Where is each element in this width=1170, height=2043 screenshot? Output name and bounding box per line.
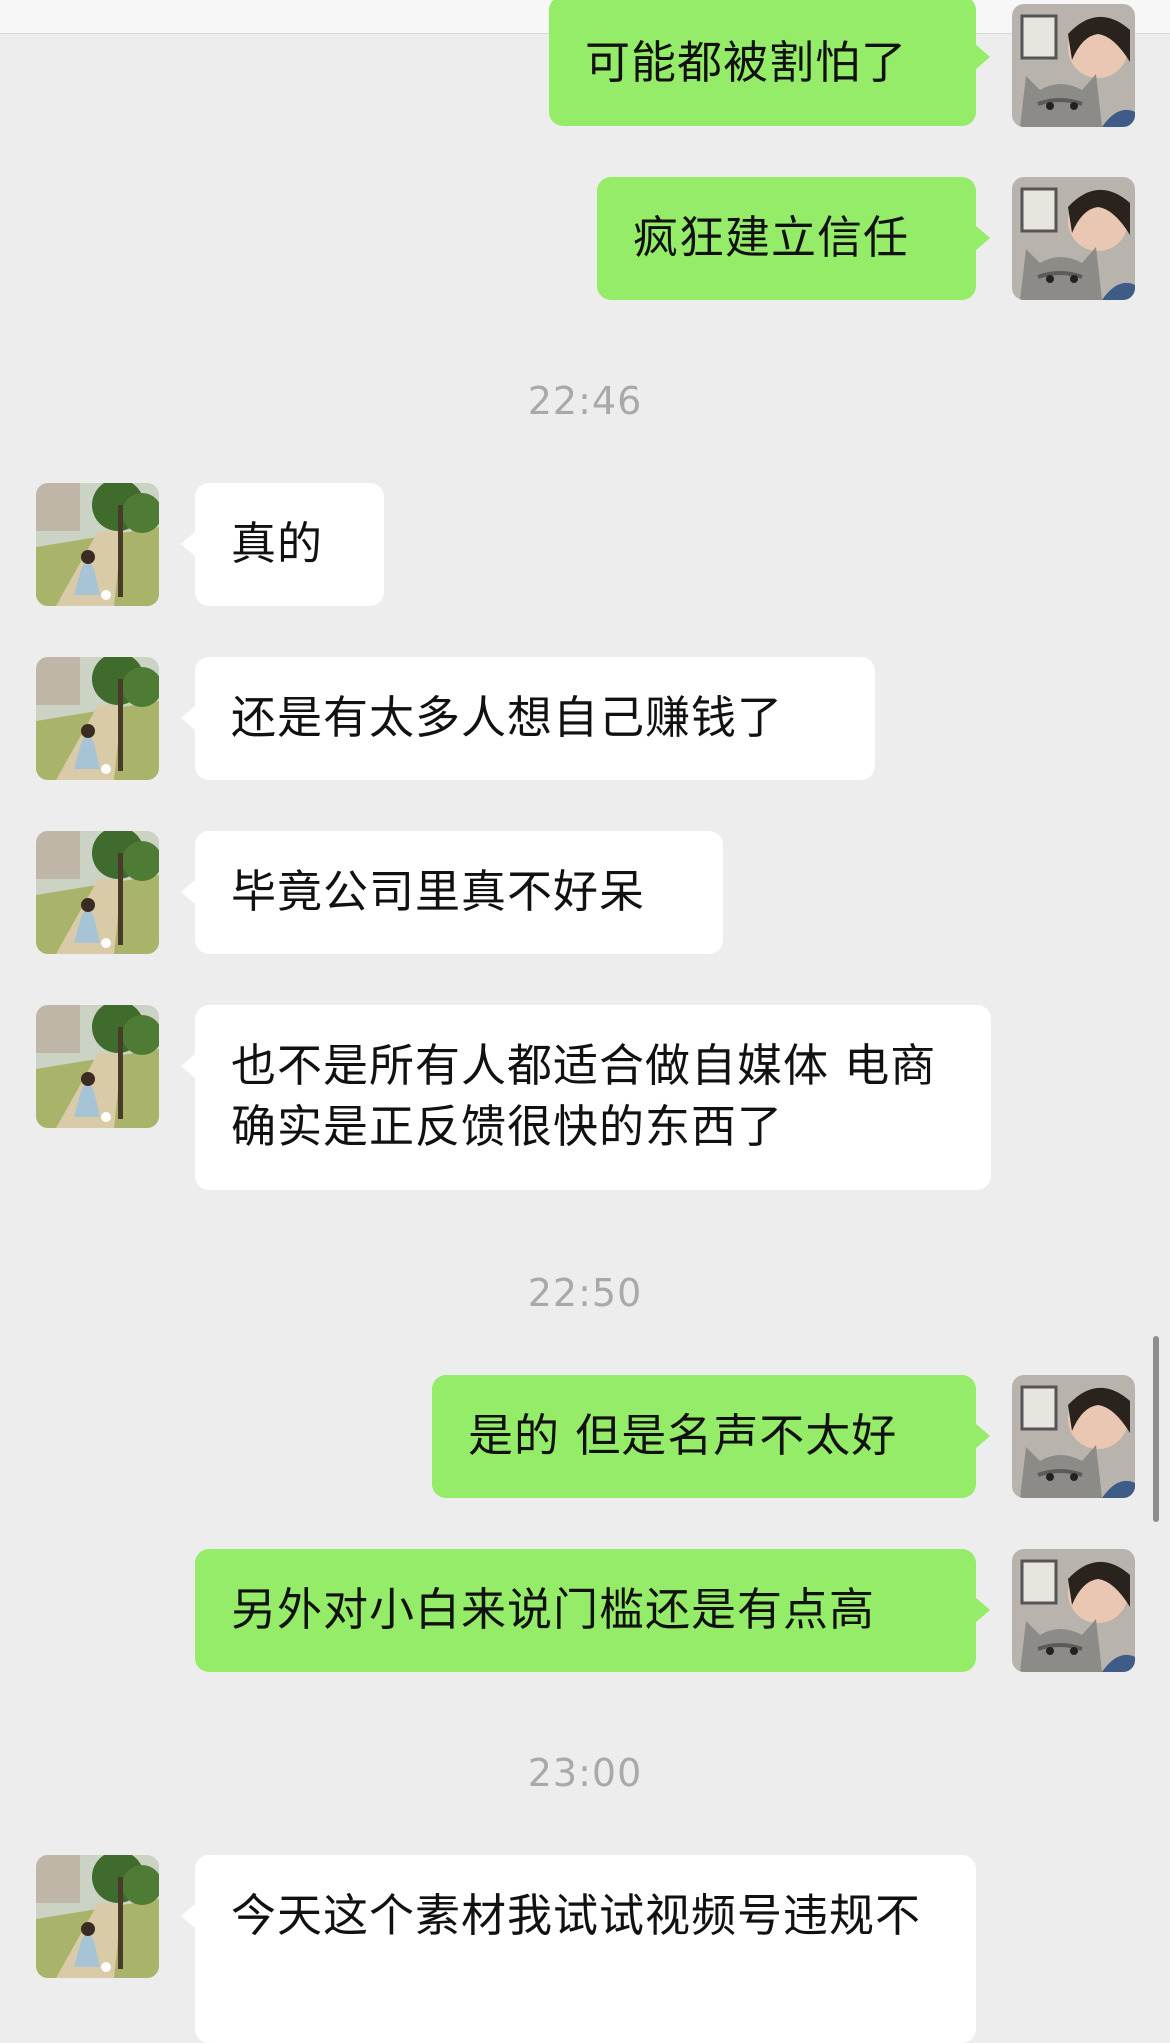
avatar-contact[interactable]	[36, 831, 159, 954]
message-text: 毕竟公司里真不好呆	[231, 865, 646, 918]
message-bubble-self[interactable]: 可能都被割怕了	[549, 0, 990, 126]
message-bubble-contact[interactable]: 今天这个素材我试试视频号违规不	[181, 1855, 976, 2043]
message-text: 是的 但是名声不太好	[468, 1409, 898, 1462]
avatar-contact-park-photo-icon	[36, 657, 159, 780]
message-bubble-self[interactable]: 疯狂建立信任	[597, 177, 990, 300]
avatar-contact-park-photo-icon	[36, 831, 159, 954]
message-timestamp: 22:46	[527, 379, 643, 423]
avatar-contact[interactable]	[36, 1005, 159, 1128]
message-text: 可能都被割怕了	[585, 36, 908, 89]
message-text: 也不是所有人都适合做自媒体 电商确实是正反馈很快的东西了	[231, 1039, 937, 1153]
avatar-self[interactable]	[1012, 4, 1135, 127]
message-text: 还是有太多人想自己赚钱了	[231, 691, 784, 744]
chat-message-list[interactable]: 可能都被割怕了 疯狂建立信任 22:46 真的 还是有太多人想自己赚钱了 毕竟公…	[0, 0, 1170, 2043]
message-bubble-contact[interactable]: 也不是所有人都适合做自媒体 电商确实是正反馈很快的东西了	[181, 1005, 991, 1190]
message-text: 今天这个素材我试试视频号违规不	[231, 1889, 922, 1942]
avatar-self[interactable]	[1012, 177, 1135, 300]
avatar-contact[interactable]	[36, 483, 159, 606]
avatar-self[interactable]	[1012, 1375, 1135, 1498]
avatar-self-cat-photo-icon	[1012, 1549, 1135, 1672]
message-bubble-self[interactable]: 另外对小白来说门槛还是有点高	[195, 1549, 990, 1672]
message-text: 疯狂建立信任	[633, 211, 910, 264]
avatar-self-cat-photo-icon	[1012, 1375, 1135, 1498]
message-text: 真的	[231, 517, 324, 570]
message-text: 另外对小白来说门槛还是有点高	[231, 1583, 876, 1636]
message-timestamp: 22:50	[527, 1271, 643, 1315]
chat-scrollbar[interactable]	[1153, 1336, 1159, 1522]
message-bubble-contact[interactable]: 还是有太多人想自己赚钱了	[181, 657, 875, 780]
message-bubble-contact[interactable]: 毕竟公司里真不好呆	[181, 831, 723, 954]
avatar-contact-park-photo-icon	[36, 1005, 159, 1128]
message-bubble-contact[interactable]: 真的	[181, 483, 384, 606]
avatar-contact[interactable]	[36, 1855, 159, 1978]
avatar-contact-park-photo-icon	[36, 483, 159, 606]
message-timestamp: 23:00	[527, 1751, 643, 1795]
avatar-contact[interactable]	[36, 657, 159, 780]
avatar-self-cat-photo-icon	[1012, 4, 1135, 127]
avatar-self-cat-photo-icon	[1012, 177, 1135, 300]
avatar-self[interactable]	[1012, 1549, 1135, 1672]
avatar-contact-park-photo-icon	[36, 1855, 159, 1978]
message-bubble-self[interactable]: 是的 但是名声不太好	[432, 1375, 990, 1498]
